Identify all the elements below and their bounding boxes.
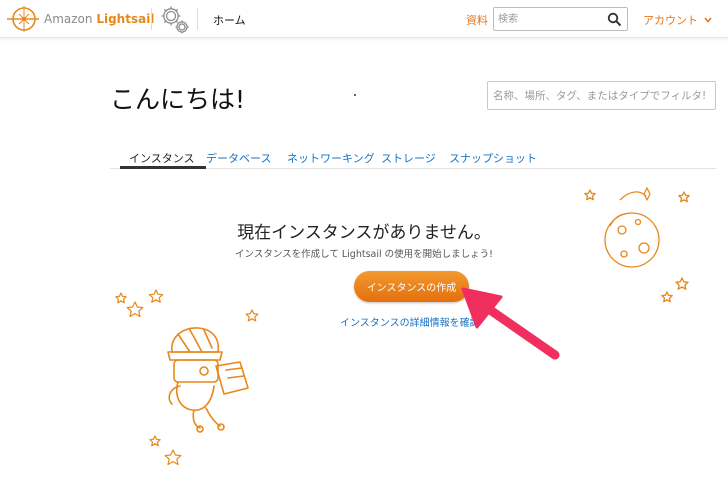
tab-databases[interactable]: データベース xyxy=(206,150,271,166)
header-divider xyxy=(197,8,198,30)
moon-planet-illustration xyxy=(584,187,690,303)
header-divider xyxy=(151,8,152,30)
account-menu-label: アカウント xyxy=(643,14,698,27)
stars-cluster-bottom xyxy=(149,435,182,466)
stars-cluster-left xyxy=(115,289,164,318)
search-icon[interactable] xyxy=(607,12,622,27)
account-menu[interactable]: アカウント xyxy=(643,12,712,28)
robot-mascot-illustration xyxy=(167,327,249,433)
filter-input[interactable] xyxy=(493,88,710,104)
tab-snapshots[interactable]: スナップショット xyxy=(449,150,537,166)
tab-storage[interactable]: ストレージ xyxy=(381,150,436,166)
docs-link[interactable]: 資料 xyxy=(466,12,488,28)
create-instance-button[interactable]: インスタンスの作成 xyxy=(354,271,469,302)
learn-more-instances-link[interactable]: インスタンスの詳細情報を確認 xyxy=(340,314,480,329)
home-link[interactable]: ホーム xyxy=(213,12,246,28)
tab-instances[interactable]: インスタンス xyxy=(129,150,195,166)
resource-tabs: インスタンス データベース ネットワーキング ストレージ スナップショット xyxy=(110,145,716,169)
active-tab-indicator xyxy=(120,166,206,169)
brand-name: Lightsail xyxy=(96,12,155,26)
search-input[interactable] xyxy=(498,11,602,27)
header-search xyxy=(493,7,628,31)
top-navigation-bar: Amazon Lightsail ホーム 資料 アカウント xyxy=(0,0,728,38)
brand-prefix: Amazon xyxy=(44,12,93,26)
tab-networking[interactable]: ネットワーキング xyxy=(287,150,375,166)
lightsail-home-logo[interactable]: Amazon Lightsail xyxy=(6,4,154,34)
resource-filter xyxy=(487,81,716,110)
brand-wordmark: Amazon Lightsail xyxy=(44,12,154,26)
page-greeting: こんにちは! xyxy=(110,85,246,114)
chevron-down-icon xyxy=(704,17,712,23)
stray-dot xyxy=(354,94,356,96)
lightsail-compass-icon xyxy=(7,6,39,32)
gears-icon[interactable] xyxy=(158,3,190,35)
